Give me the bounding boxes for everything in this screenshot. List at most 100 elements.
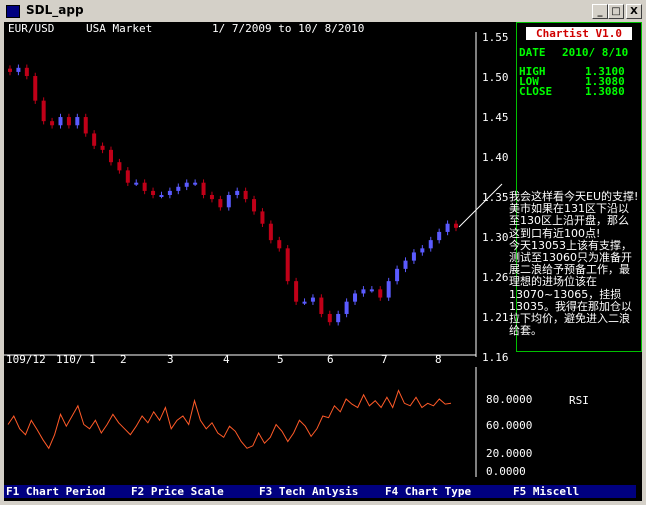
date-tick: 5 — [277, 353, 284, 366]
minimize-button[interactable]: _ — [592, 4, 608, 19]
candle-body — [252, 199, 257, 212]
candle-body — [151, 190, 156, 195]
candle-body — [159, 195, 164, 197]
close-button[interactable]: X — [626, 4, 642, 19]
candle-body — [184, 182, 189, 187]
fkey-key: F3 — [259, 485, 273, 498]
price-tick: 1.50 — [482, 71, 509, 84]
price-tick: 1.45 — [482, 111, 509, 124]
date-value: 2010/ 8/10 — [562, 46, 629, 59]
maximize-button[interactable]: □ — [608, 4, 624, 19]
price-tick: 1.35 — [482, 191, 509, 204]
candlestick-series — [8, 64, 458, 326]
candle-body — [327, 313, 332, 323]
candle-body — [117, 162, 122, 171]
candle-body — [83, 117, 88, 134]
candle-body — [403, 260, 408, 269]
candle-body — [201, 182, 206, 195]
candle-body — [142, 182, 147, 191]
price-tick: 1.26 — [482, 271, 509, 284]
candle-body — [24, 67, 29, 77]
candle-body — [58, 117, 63, 126]
candle-body — [445, 223, 450, 232]
candle-body — [386, 281, 391, 298]
candle-body — [33, 76, 38, 101]
date-tick: 3 — [167, 353, 174, 366]
candle-body — [437, 231, 442, 241]
candle-body — [302, 301, 307, 304]
rsi-tick: 0.0000 — [486, 465, 526, 478]
candle-body — [16, 67, 21, 72]
f2-price-scale-button[interactable]: F2 Price Scale — [131, 485, 224, 498]
candle-body — [243, 190, 248, 200]
date-tick: 8 — [435, 353, 442, 366]
price-tick: 1.21 — [482, 311, 509, 324]
candle-body — [92, 133, 97, 146]
date-tick: 109/12 — [6, 353, 46, 366]
fkey-label: Miscell — [532, 485, 580, 498]
candle-body — [134, 182, 139, 185]
candle-body — [454, 223, 458, 228]
candle-body — [41, 100, 46, 122]
fkey-key: F2 — [131, 485, 145, 498]
rsi-tick: 80.0000 — [486, 393, 533, 406]
candle-body — [428, 240, 433, 249]
candle-body — [268, 223, 273, 241]
f1-chart-period-button[interactable]: F1 Chart Period — [6, 485, 105, 498]
date-tick: 4 — [223, 353, 230, 366]
candle-body — [285, 248, 290, 282]
title-bar: SDL_app _ □ X — [0, 0, 646, 22]
candle-body — [193, 182, 198, 185]
app-icon — [6, 5, 20, 18]
candle-body — [294, 281, 299, 302]
close-label: CLOSE — [519, 85, 553, 98]
candle-body — [420, 248, 425, 253]
rsi-tick: 20.0000 — [486, 447, 533, 460]
fkey-label: Price Scale — [150, 485, 224, 498]
fkey-key: F5 — [513, 485, 527, 498]
price-tick: 1.40 — [482, 151, 509, 164]
price-tick: 1.55 — [482, 31, 509, 44]
candle-body — [218, 199, 223, 208]
candle-body — [277, 240, 282, 249]
candle-body — [319, 297, 324, 314]
candle-body — [235, 190, 240, 195]
date-tick: 6 — [327, 353, 334, 366]
candle-body — [50, 121, 55, 126]
fkey-key: F4 — [385, 485, 399, 498]
rsi-tick: 60.0000 — [486, 419, 533, 432]
candle-body — [100, 145, 105, 150]
candle-body — [8, 68, 12, 72]
candle-body — [361, 289, 366, 294]
version-badge: Chartist V1.0 — [526, 27, 632, 40]
date-tick: 110/ 1 — [56, 353, 96, 366]
fkey-label: Chart Period — [25, 485, 106, 498]
candle-body — [411, 252, 416, 261]
window-title: SDL_app — [26, 3, 84, 17]
candle-body — [125, 170, 130, 183]
f3-tech-analysis-button[interactable]: F3 Tech Anlysis — [259, 485, 358, 498]
f5-miscell-button[interactable]: F5 Miscell — [513, 485, 579, 498]
candle-body — [209, 195, 214, 200]
fkey-label: Chart Type — [404, 485, 472, 498]
date-tick: 7 — [381, 353, 388, 366]
candle-body — [344, 301, 349, 314]
candle-body — [378, 289, 383, 298]
date-label: DATE — [519, 46, 546, 59]
candle-body — [260, 211, 265, 224]
price-tick: 1.16 — [482, 351, 509, 364]
annotation-text: 我会这样看今天EU的支撑! 美市如果在131区下沿以至130区上沿开盘，那么这到… — [509, 190, 639, 338]
candle-body — [395, 268, 400, 282]
fkey-label: Tech Anlysis — [278, 485, 359, 498]
price-tick: 1.30 — [482, 231, 509, 244]
f4-chart-type-button[interactable]: F4 Chart Type — [385, 485, 471, 498]
candle-body — [176, 186, 181, 191]
candle-body — [353, 293, 358, 302]
candle-body — [108, 149, 113, 163]
candle-body — [75, 117, 80, 126]
candle-body — [310, 297, 315, 302]
close-value: 1.3080 — [585, 85, 625, 98]
candle-body — [336, 313, 341, 323]
date-tick: 2 — [120, 353, 127, 366]
rsi-title: RSI — [569, 394, 589, 407]
